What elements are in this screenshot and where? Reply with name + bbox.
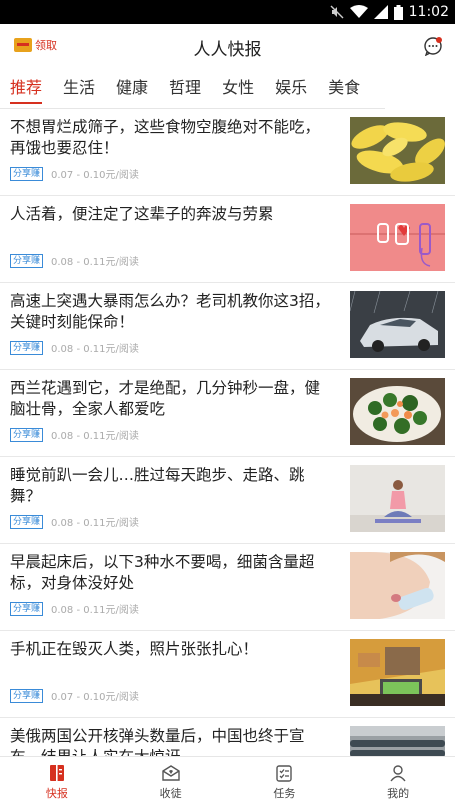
- share-earn-badge[interactable]: 分享赚: [10, 514, 44, 529]
- share-earn-badge[interactable]: 分享赚: [10, 427, 44, 442]
- tab-life[interactable]: 生活: [63, 68, 95, 108]
- nav-news[interactable]: 快报: [0, 757, 114, 809]
- bottom-navigation: 快报 收徒 任务 我的: [0, 756, 455, 809]
- article-title: 西兰花遇到它，才是绝配，几分钟秒一盘，健脑壮骨，全家人都爱吃: [10, 379, 321, 418]
- status-bar: 11:02: [0, 0, 455, 24]
- article-thumbnail: [350, 726, 445, 756]
- nav-apprentice[interactable]: 收徒: [114, 757, 228, 809]
- reward-rate: 0.07 - 0.10元/阅读: [51, 692, 139, 703]
- article-item[interactable]: 美俄两国公开核弹头数量后，中国也终于宣布，结果让人实在太惊讶: [0, 718, 455, 756]
- reward-rate: 0.08 - 0.11元/阅读: [51, 605, 139, 616]
- share-earn-badge[interactable]: 分享赚: [10, 253, 44, 268]
- share-earn-badge[interactable]: 分享赚: [10, 166, 44, 181]
- article-item[interactable]: 高速上突遇大暴雨怎么办？老司机教你这3招，关键时刻能保命！ 分享赚 0.08 -…: [0, 283, 455, 370]
- article-thumbnail: [350, 378, 445, 445]
- article-thumbnail: [350, 117, 445, 184]
- tab-philosophy[interactable]: 哲理: [169, 68, 201, 108]
- status-icons: 11:02: [330, 3, 449, 21]
- article-meta: 分享赚 0.08 - 0.11元/阅读: [10, 514, 139, 529]
- article-thumbnail: [350, 291, 445, 358]
- nav-news-label: 快报: [45, 787, 68, 800]
- app-title: 人人快报: [193, 40, 262, 60]
- share-earn-badge[interactable]: 分享赚: [10, 601, 44, 616]
- article-title: 睡觉前趴一会儿…胜过每天跑步、走路、跳舞？: [10, 466, 305, 505]
- task-icon: [276, 765, 293, 782]
- article-title: 不想胃烂成筛子，这些食物空腹绝对不能吃，再饿也要忍住！: [10, 118, 321, 157]
- mute-icon: [330, 5, 344, 19]
- tab-recommended[interactable]: 推荐: [10, 68, 43, 108]
- article-item[interactable]: 手机正在毁灭人类，照片张张扎心！ 分享赚 0.07 - 0.10元/阅读: [0, 631, 455, 718]
- reward-rate: 0.08 - 0.11元/阅读: [51, 518, 139, 529]
- reward-rate: 0.07 - 0.10元/阅读: [51, 170, 139, 181]
- reward-rate: 0.08 - 0.11元/阅读: [51, 431, 139, 442]
- article-title: 手机正在毁灭人类，照片张张扎心！: [10, 640, 259, 658]
- wifi-icon: [349, 5, 368, 18]
- article-meta: 分享赚 0.08 - 0.11元/阅读: [10, 340, 139, 355]
- nav-apprentice-label: 收徒: [159, 787, 182, 800]
- nav-profile-label: 我的: [387, 787, 410, 800]
- reward-rate: 0.08 - 0.11元/阅读: [51, 344, 139, 355]
- article-thumbnail: [350, 204, 445, 271]
- article-item[interactable]: 西兰花遇到它，才是绝配，几分钟秒一盘，健脑壮骨，全家人都爱吃 分享赚 0.08 …: [0, 370, 455, 457]
- article-item[interactable]: 睡觉前趴一会儿…胜过每天跑步、走路、跳舞？ 分享赚 0.08 - 0.11元/阅…: [0, 457, 455, 544]
- news-icon: [49, 765, 64, 781]
- nav-tasks-label: 任务: [273, 787, 296, 800]
- article-item[interactable]: 不想胃烂成筛子，这些食物空腹绝对不能吃，再饿也要忍住！ 分享赚 0.07 - 0…: [0, 109, 455, 196]
- article-thumbnail: [350, 639, 445, 706]
- article-meta: 分享赚 0.07 - 0.10元/阅读: [10, 166, 139, 181]
- article-meta: 分享赚 0.08 - 0.11元/阅读: [10, 427, 139, 442]
- nav-profile[interactable]: 我的: [341, 757, 455, 809]
- app-header: 领取 人人快报: [0, 24, 455, 68]
- tab-health[interactable]: 健康: [116, 68, 148, 108]
- tab-entertainment[interactable]: 娱乐: [275, 68, 307, 108]
- share-earn-badge[interactable]: 分享赚: [10, 688, 44, 703]
- battery-icon: [393, 4, 403, 20]
- article-title: 早晨起床后，以下3种水不要喝，细菌含量超标，对身体没好处: [10, 553, 315, 592]
- article-title: 美俄两国公开核弹头数量后，中国也终于宣布，结果让人实在太惊讶: [10, 727, 305, 756]
- article-title: 人活着，便注定了这辈子的奔波与劳累: [10, 205, 274, 223]
- apprentice-icon: [161, 765, 180, 781]
- signal-icon: [373, 5, 388, 19]
- article-thumbnail: [350, 465, 445, 532]
- article-item[interactable]: 早晨起床后，以下3种水不要喝，细菌含量超标，对身体没好处 分享赚 0.08 - …: [0, 544, 455, 631]
- article-thumbnail: [350, 552, 445, 619]
- profile-icon: [390, 765, 406, 782]
- article-meta: 分享赚 0.07 - 0.10元/阅读: [10, 688, 139, 703]
- nav-tasks[interactable]: 任务: [228, 757, 342, 809]
- category-tabs: 推荐 生活 健康 哲理 女性 娱乐 美食: [0, 68, 455, 108]
- article-item[interactable]: 人活着，便注定了这辈子的奔波与劳累 分享赚 0.08 - 0.11元/阅读: [0, 196, 455, 283]
- tab-food[interactable]: 美食: [328, 68, 360, 108]
- article-title: 高速上突遇大暴雨怎么办？老司机教你这3招，关键时刻能保命！: [10, 292, 330, 331]
- share-earn-badge[interactable]: 分享赚: [10, 340, 44, 355]
- article-feed[interactable]: 不想胃烂成筛子，这些食物空腹绝对不能吃，再饿也要忍住！ 分享赚 0.07 - 0…: [0, 109, 455, 756]
- article-meta: 分享赚 0.08 - 0.11元/阅读: [10, 253, 139, 268]
- message-icon[interactable]: [423, 36, 443, 56]
- article-meta: 分享赚 0.08 - 0.11元/阅读: [10, 601, 139, 616]
- clock: 11:02: [408, 4, 449, 20]
- reward-rate: 0.08 - 0.11元/阅读: [51, 257, 139, 268]
- tab-women[interactable]: 女性: [222, 68, 254, 108]
